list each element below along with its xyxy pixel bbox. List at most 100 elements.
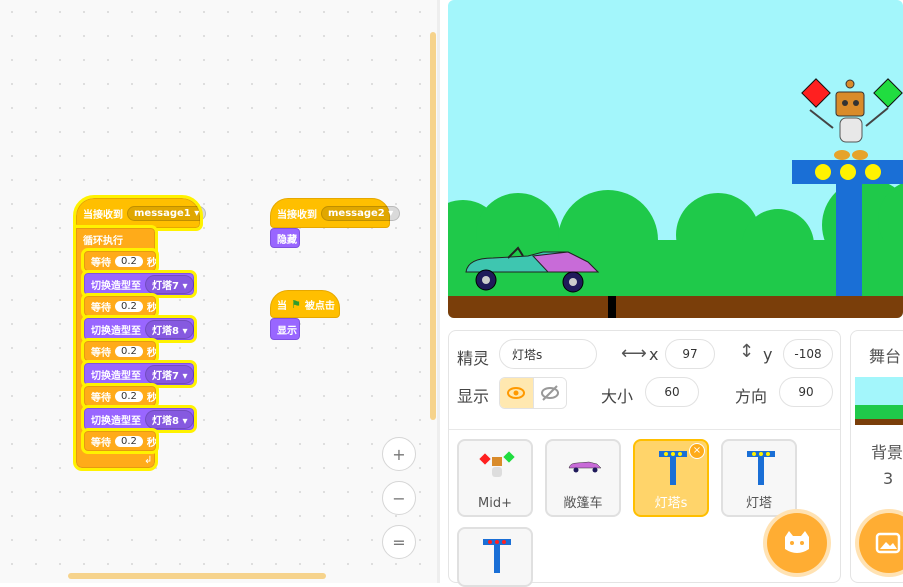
show-eye-button[interactable] [500,378,533,408]
when-receive-message2-hat[interactable]: 当接收到 message2 ▾ [270,198,401,228]
ground-marker [608,296,616,318]
sprite-tile-mid[interactable]: Mid+ [457,439,533,517]
wait-label: 等待 [91,347,111,359]
add-backdrop-button[interactable] [859,513,903,573]
eye-off-icon [540,385,559,401]
hat-label: 当 [277,300,287,312]
seconds-label: 秒 [146,257,157,269]
code-area[interactable] [0,0,440,583]
size-input[interactable]: 60 [645,377,699,407]
backdrop-thumbnail[interactable] [855,377,903,425]
image-add-icon [875,532,901,554]
switch-costume-block[interactable]: 切换造型至 灯塔7 ▾ [81,360,197,388]
sprite-tile-tower-2[interactable] [457,527,533,587]
tower-icon [747,451,775,485]
wait-seconds-input[interactable]: 0.2 [115,390,143,402]
sprite-name-input[interactable]: 灯塔s [499,339,597,369]
zoom-reset-button[interactable]: = [382,525,416,559]
visibility-toggle[interactable] [499,377,567,409]
wait-label: 等待 [91,257,111,269]
sprite-name: 敞篷车 [563,496,603,511]
switch-costume-block[interactable]: 切换造型至 灯塔8 ▾ [81,315,197,343]
direction-label: 方向 [735,387,768,406]
eye-icon [507,387,526,399]
message-dropdown[interactable]: message1 ▾ [127,205,207,221]
sprite-name: 灯塔s [654,496,688,511]
switch-label: 切换造型至 [91,415,141,427]
sprite-name: 灯塔 [745,496,772,511]
zoom-reset-icon: = [392,532,406,552]
switch-costume-block[interactable]: 切换造型至 灯塔7 ▾ [81,270,197,298]
seconds-label: 秒 [146,437,157,449]
show-label: 显示 [457,387,490,406]
seconds-label: 秒 [146,347,157,359]
seconds-label: 秒 [146,302,157,314]
zoom-out-button[interactable]: − [382,481,416,515]
stage-scene [448,78,903,318]
code-horizontal-scrollbar[interactable] [68,573,326,579]
tower-icon [483,539,511,573]
wait-block[interactable]: 等待 0.2 秒 [81,383,159,409]
seconds-label: 秒 [146,392,157,404]
zoom-in-button[interactable]: + [382,437,416,471]
hide-block[interactable]: 隐藏 [270,228,300,248]
hat-suffix: 被点击 [304,300,335,312]
zoom-out-icon: − [392,488,406,508]
code-vertical-scrollbar[interactable] [430,32,436,420]
wait-block[interactable]: 等待 0.2 秒 [81,428,159,454]
stage-backdrop-panel[interactable]: 舞台 背景 3 [850,330,903,583]
x-arrows-icon: ⟷ [621,343,647,364]
show-block[interactable]: 显示 [270,318,300,340]
wait-block[interactable]: 等待 0.2 秒 [81,248,159,274]
costume-dropdown[interactable]: 灯塔7 ▾ [145,364,195,384]
forever-label: 循环执行 [83,235,123,247]
costume-dropdown[interactable]: 灯塔8 ▾ [145,409,195,429]
x-label: x [649,345,659,364]
switch-costume-block[interactable]: 切换造型至 灯塔8 ▾ [81,405,197,433]
hat-label: 当接收到 [83,209,123,221]
robot-flags-sprite [801,78,903,160]
wait-block[interactable]: 等待 0.2 秒 [81,293,159,319]
wait-seconds-input[interactable]: 0.2 [115,435,143,447]
wait-seconds-input[interactable]: 0.2 [115,300,143,312]
sprite-tile-convertible[interactable]: 敞篷车 [545,439,621,517]
wait-label: 等待 [91,392,111,404]
ground-strip [448,296,903,318]
wait-block[interactable]: 等待 0.2 秒 [81,338,159,364]
switch-label: 切换造型至 [91,370,141,382]
robot-flags-icon [479,451,515,477]
switch-label: 切换造型至 [91,280,141,292]
sprite-info-panel: 精灵 灯塔s ⟷ x 97 ↕ y -108 显示 大小 60 方向 90 Mi… [448,330,841,587]
delete-sprite-icon[interactable]: × [689,443,705,459]
backdrop-count: 3 [883,469,894,488]
wait-seconds-input[interactable]: 0.2 [115,345,143,357]
when-receive-message1-hat[interactable]: 当接收到 message1 ▾ [73,195,207,231]
grass-hills [448,179,903,298]
zoom-in-icon: + [392,444,406,464]
switch-label: 切换造型至 [91,325,141,337]
x-input[interactable]: 97 [665,339,715,369]
when-flag-clicked-hat[interactable]: 当 ⚑ 被点击 [270,290,340,318]
loop-arrow-icon: ↲ [144,455,153,466]
wait-label: 等待 [91,437,111,449]
add-sprite-button[interactable] [767,513,827,573]
stage-canvas[interactable] [448,0,903,318]
hat-label: 当接收到 [277,209,317,221]
stage-tab[interactable]: 舞台 [869,343,901,367]
costume-dropdown[interactable]: 灯塔7 ▾ [145,274,195,294]
sprite-tile-tower[interactable]: 灯塔 [721,439,797,517]
panel-divider [437,0,440,583]
y-input[interactable]: -108 [783,339,833,369]
convertible-car-icon [568,461,602,473]
direction-input[interactable]: 90 [779,377,833,407]
wait-label: 等待 [91,302,111,314]
message-dropdown[interactable]: message2 ▾ [321,205,401,221]
hide-eye-button[interactable] [532,378,566,408]
sprite-label: 精灵 [457,349,490,368]
size-label: 大小 [601,387,634,406]
sprite-tile-tower-s[interactable]: 灯塔s × [633,439,709,517]
costume-dropdown[interactable]: 灯塔8 ▾ [145,319,195,339]
backdrop-label: 背景 [871,443,903,462]
y-arrows-icon: ↕ [739,341,755,362]
wait-seconds-input[interactable]: 0.2 [115,255,143,267]
